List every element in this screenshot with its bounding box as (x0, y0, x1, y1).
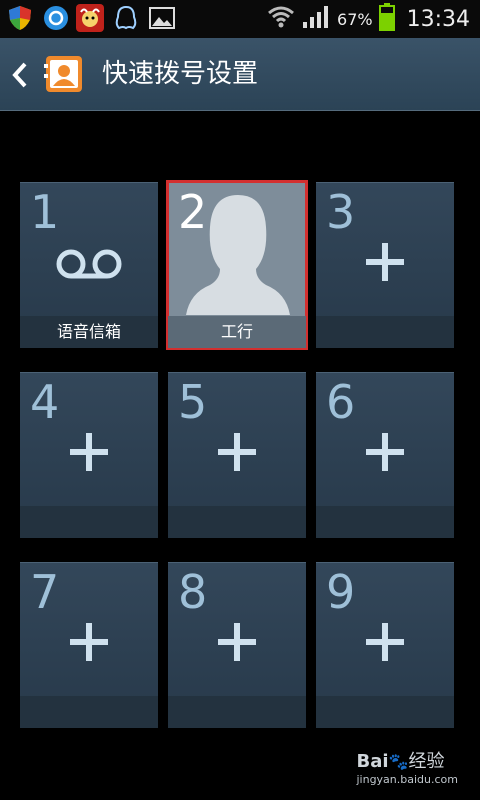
qq-penguin-icon (112, 4, 140, 32)
speed-dial-tile-1[interactable]: 1 语音信箱 (20, 182, 158, 348)
tile-label-band (20, 506, 158, 538)
status-right: 67% 13:34 (267, 0, 470, 38)
tile-number: 2 (178, 185, 208, 239)
page-title: 快速拨号设置 (102, 59, 259, 89)
add-icon (218, 623, 256, 661)
tile-number: 9 (326, 565, 356, 619)
battery-percent: 67% (337, 9, 373, 29)
add-icon (366, 433, 404, 471)
speed-dial-tile-2[interactable]: 2 工行 (166, 180, 308, 350)
speed-dial-tile-4[interactable]: 4 (20, 372, 158, 538)
tile-number: 3 (326, 185, 356, 239)
speed-dial-tile-9[interactable]: 9 (316, 562, 454, 728)
tile-number: 7 (30, 565, 60, 619)
tile-number: 6 (326, 375, 356, 429)
add-icon (366, 623, 404, 661)
signal-icon (301, 4, 331, 34)
speed-dial-tile-8[interactable]: 8 (168, 562, 306, 728)
add-icon (218, 433, 256, 471)
wifi-icon (267, 5, 295, 33)
tile-label-band (316, 696, 454, 728)
watermark-url: jingyan.baidu.com (356, 773, 458, 786)
add-icon (70, 623, 108, 661)
add-icon (70, 433, 108, 471)
battery-icon (378, 3, 395, 35)
tile-label-band (316, 506, 454, 538)
ox-app-icon (76, 4, 104, 32)
sync-icon (42, 4, 70, 32)
tile-label-band (168, 506, 306, 538)
gallery-icon (148, 4, 176, 32)
tile-label: 工行 (168, 316, 306, 348)
contacts-app-icon[interactable] (44, 54, 84, 94)
tile-label-band (20, 696, 158, 728)
tile-number: 1 (30, 185, 60, 239)
shield-icon (6, 4, 34, 32)
paw-icon: 🐾 (388, 752, 409, 771)
tile-number: 5 (178, 375, 208, 429)
clock: 13:34 (406, 6, 470, 32)
tile-label-band (168, 696, 306, 728)
speed-dial-tile-6[interactable]: 6 (316, 372, 454, 538)
speed-dial-tile-3[interactable]: 3 (316, 182, 454, 348)
voicemail-icon (56, 247, 122, 281)
tile-label-band (316, 316, 454, 348)
tile-label: 语音信箱 (56, 322, 121, 341)
tile-number: 8 (178, 565, 208, 619)
speed-dial-tile-5[interactable]: 5 (168, 372, 306, 538)
back-chevron-icon[interactable] (10, 60, 30, 90)
status-bar: 67% 13:34 (0, 0, 480, 38)
watermark-brand: Bai (356, 751, 389, 772)
action-bar: 快速拨号设置 (0, 38, 480, 111)
speed-dial-tile-7[interactable]: 7 (20, 562, 158, 728)
baidu-watermark: Bai🐾经验 jingyan.baidu.com (356, 747, 458, 786)
watermark-brand-cn: 经验 (408, 751, 445, 772)
tile-number: 4 (30, 375, 60, 429)
add-icon (366, 243, 404, 281)
